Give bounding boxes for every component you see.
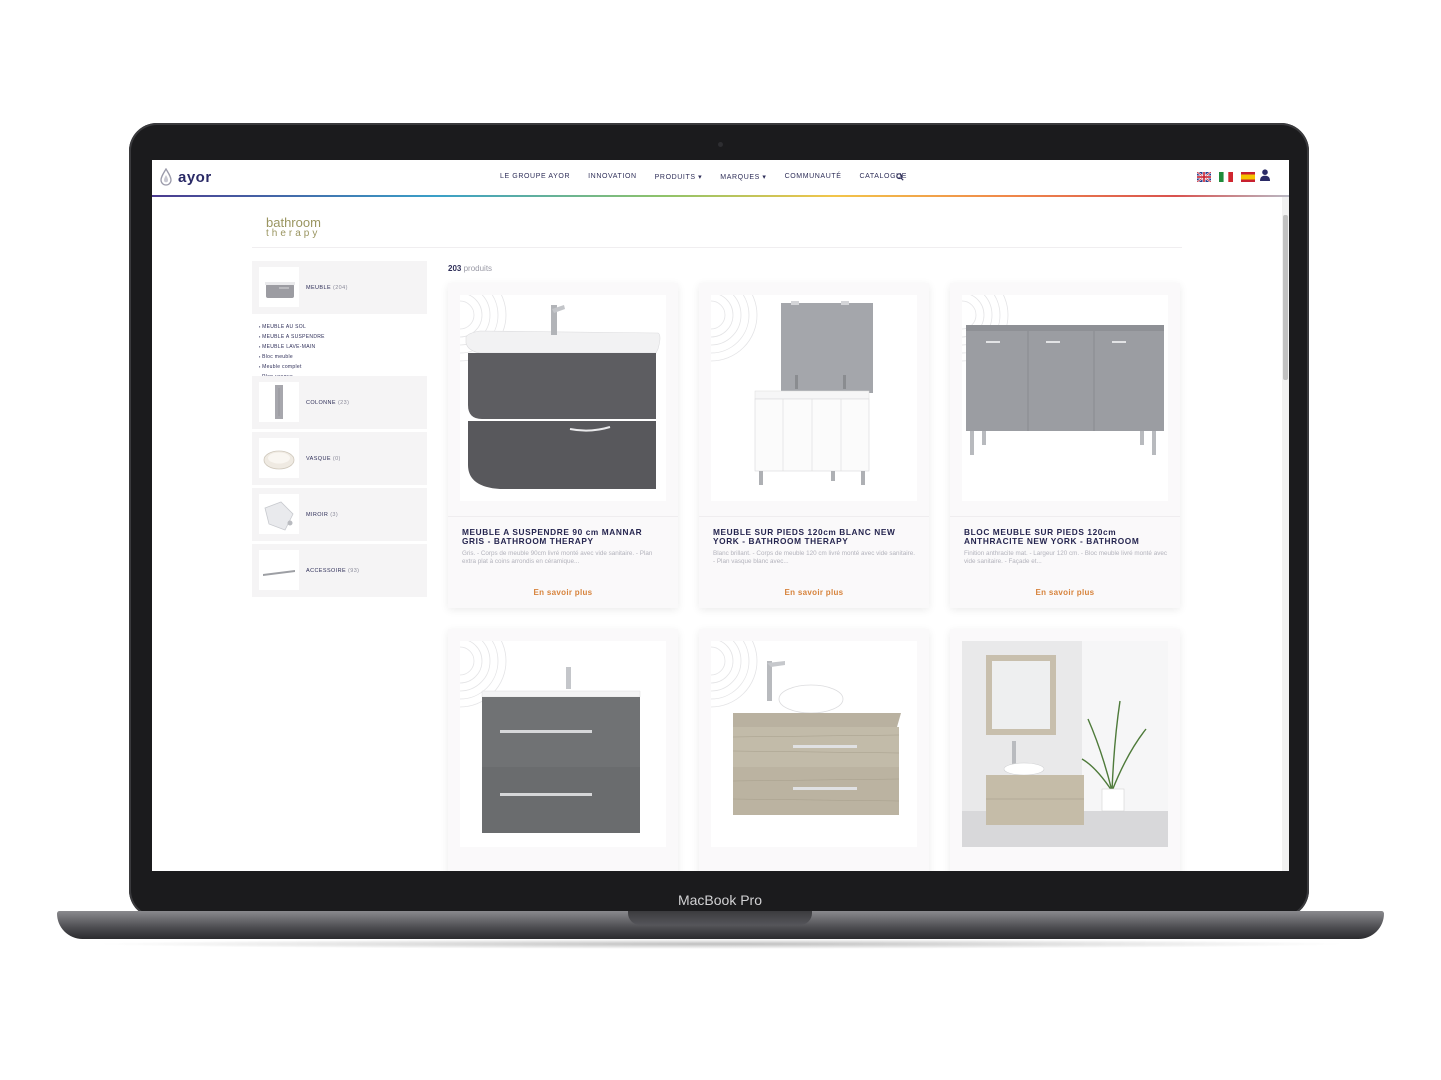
brand-logo[interactable]: bathroom therapy [266,215,321,239]
scrollbar-thumb[interactable] [1283,215,1288,380]
category-label: MIROIR [306,512,329,518]
nav-innovation[interactable]: INNOVATION [588,173,637,181]
product-more-link[interactable]: En savoir plus [950,588,1180,597]
subcategory-item[interactable]: MEUBLE AU SOL [259,322,325,332]
subcategory-list: MEUBLE AU SOL MEUBLE A SUSPENDRE MEUBLE … [259,322,325,382]
category-label: COLONNE [306,400,336,406]
product-card[interactable]: BLOC MEUBLE SUR PIEDS 120cm ANTHRACITE N… [950,283,1180,608]
category-thumbnail [259,494,299,534]
category-count: (204) [332,285,348,291]
spain-flag-icon[interactable] [1241,172,1255,182]
product-title[interactable]: BLOC MEUBLE SUR PIEDS 120cm ANTHRACITE N… [964,528,1169,546]
header-gradient-rule [152,195,1289,197]
category-label: VASQUE [306,456,331,462]
product-description: Finition anthracite mat. - Largeur 120 c… [964,550,1167,565]
logo-text: ayor [178,168,212,186]
category-count: (3) [330,512,339,518]
site-header: ayor LE GROUPE AYOR INNOVATION PRODUITS … [152,160,1289,196]
subcategory-item[interactable]: Meuble complet [259,362,325,372]
main-nav: LE GROUPE AYOR INNOVATION PRODUITS ▾ MAR… [500,173,925,181]
category-count: (0) [332,456,341,462]
category-label: MEUBLE [306,285,332,291]
product-description: Blanc brillant. - Corps de meuble 120 cm… [713,550,915,565]
category-vasque[interactable]: VASQUE (0) [252,432,427,485]
product-image [460,295,666,501]
product-more-link[interactable]: En savoir plus [699,588,929,597]
product-more-link[interactable]: En savoir plus [448,588,678,597]
user-account-icon[interactable] [1260,169,1270,181]
laptop-shadow [90,939,1352,949]
category-miroir[interactable]: MIROIR (3) [252,488,427,541]
webcam [718,142,723,147]
category-meuble[interactable]: MEUBLE (204) [252,261,427,314]
category-thumbnail [259,382,299,422]
subcategory-item[interactable]: MEUBLE LAVE-MAIN [259,342,325,352]
card-divider [699,516,929,517]
category-thumbnail [259,550,299,590]
product-card[interactable] [699,629,929,871]
product-image [711,295,917,501]
category-accessoire[interactable]: ACCESSOIRE (93) [252,544,427,597]
italy-flag-icon[interactable] [1219,172,1233,182]
result-count-suffix: produits [463,264,493,273]
product-image [962,295,1168,501]
card-divider [448,516,678,517]
divider [252,247,1182,248]
product-image [711,641,917,847]
laptop-notch [628,911,812,925]
product-card[interactable]: MEUBLE SUR PIEDS 120cm BLANC NEW YORK - … [699,283,929,608]
product-image [460,641,666,847]
product-card[interactable] [950,629,1180,871]
result-count: 203 produits [448,264,492,273]
product-description: Gris. - Corps de meuble 90cm livré monté… [462,550,653,565]
nav-groupe[interactable]: LE GROUPE AYOR [500,173,570,181]
category-colonne[interactable]: COLONNE (23) [252,376,427,429]
language-switcher [1197,172,1255,182]
screen: ayor LE GROUPE AYOR INNOVATION PRODUITS … [152,160,1289,871]
product-title[interactable]: MEUBLE A SUSPENDRE 90 cm MANNAR GRIS - B… [462,528,667,546]
subcategory-item[interactable]: Bloc meuble [259,352,325,362]
category-count: (93) [348,568,360,574]
product-image [962,641,1168,847]
site-logo[interactable]: ayor [159,168,212,186]
device-label: MacBook Pro [677,892,763,908]
subcategory-item[interactable]: MEUBLE A SUSPENDRE [259,332,325,342]
category-label: ACCESSOIRE [306,568,347,574]
brand-name-line2: therapy [266,228,321,239]
nav-communaute[interactable]: COMMUNAUTÉ [785,173,842,181]
category-count: (23) [337,400,350,406]
water-drop-icon [160,168,172,186]
search-icon[interactable] [896,173,904,181]
product-card[interactable] [448,629,678,871]
product-card[interactable]: MEUBLE A SUSPENDRE 90 cm MANNAR GRIS - B… [448,283,678,608]
nav-marques[interactable]: MARQUES ▾ [720,173,766,181]
category-thumbnail [259,267,299,307]
category-thumbnail [259,438,299,478]
result-count-number: 203 [448,264,462,273]
nav-produits[interactable]: PRODUITS ▾ [655,173,703,181]
card-divider [950,516,1180,517]
product-title[interactable]: MEUBLE SUR PIEDS 120cm BLANC NEW YORK - … [713,528,918,546]
uk-flag-icon[interactable] [1197,172,1211,182]
